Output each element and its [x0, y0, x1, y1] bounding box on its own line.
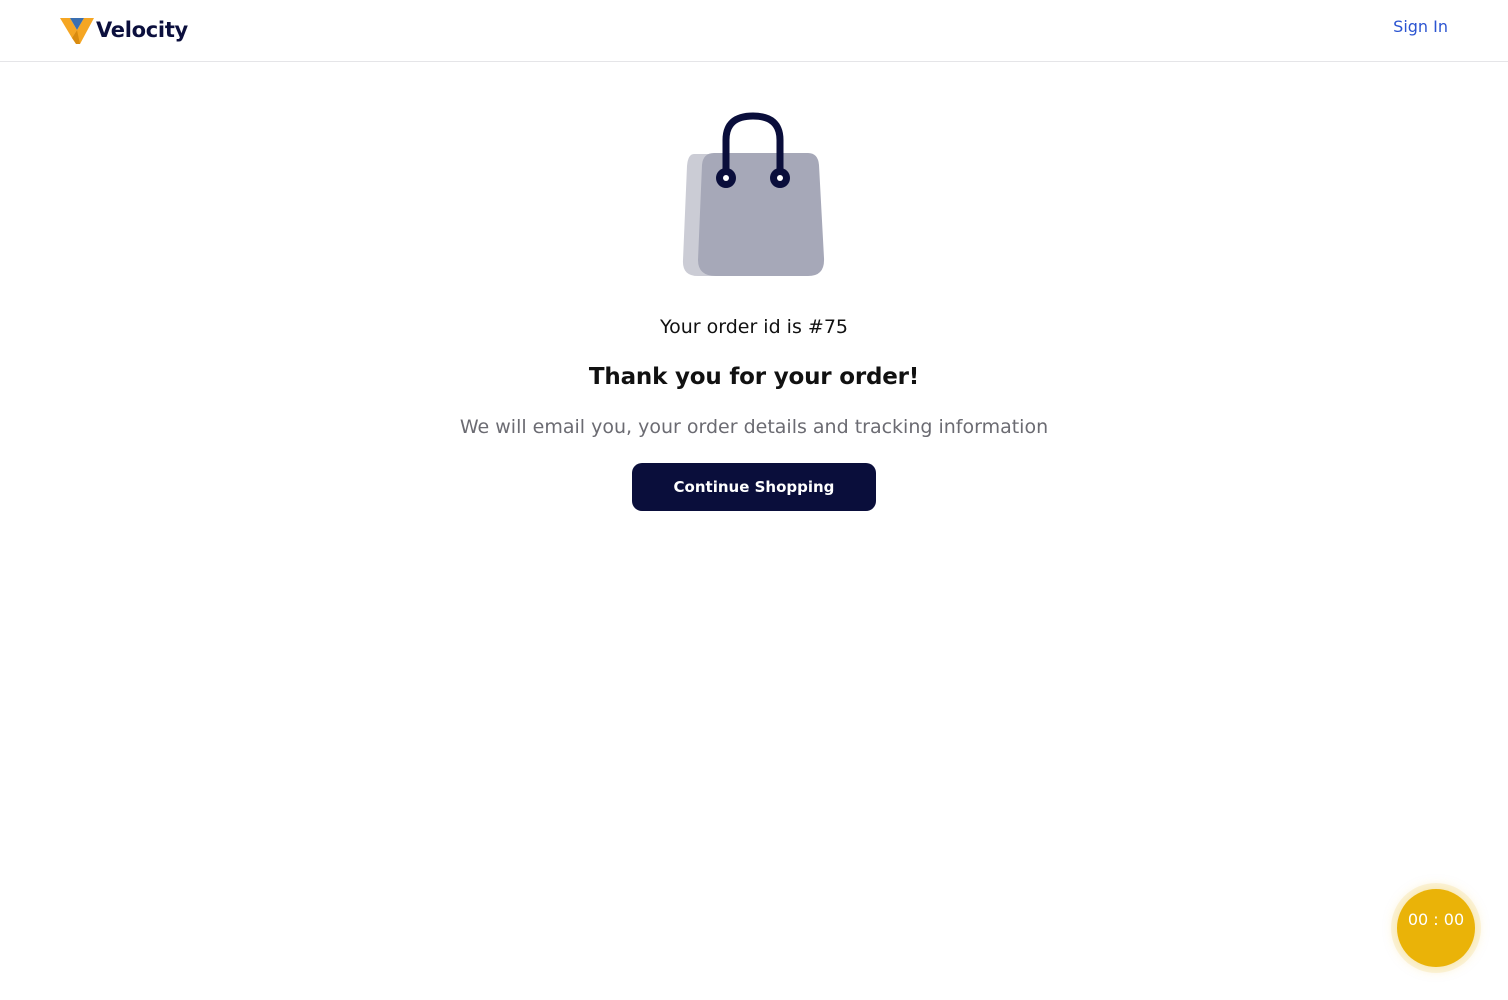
brand-name: Velocity — [96, 18, 188, 42]
continue-shopping-button[interactable]: Continue Shopping — [632, 463, 876, 511]
thank-you-heading: Thank you for your order! — [588, 364, 920, 390]
email-info-text: We will email you, your order details an… — [459, 416, 1049, 438]
site-header: Velocity Sign In — [0, 0, 1508, 62]
order-id-text: Your order id is #75 — [660, 316, 848, 338]
timer-badge[interactable]: 00 : 00 — [1397, 889, 1475, 967]
brand-logo[interactable]: Velocity — [60, 14, 188, 46]
shopping-bag-icon — [682, 112, 825, 276]
sign-in-link[interactable]: Sign In — [1393, 17, 1448, 36]
velocity-logo-icon — [60, 18, 94, 44]
